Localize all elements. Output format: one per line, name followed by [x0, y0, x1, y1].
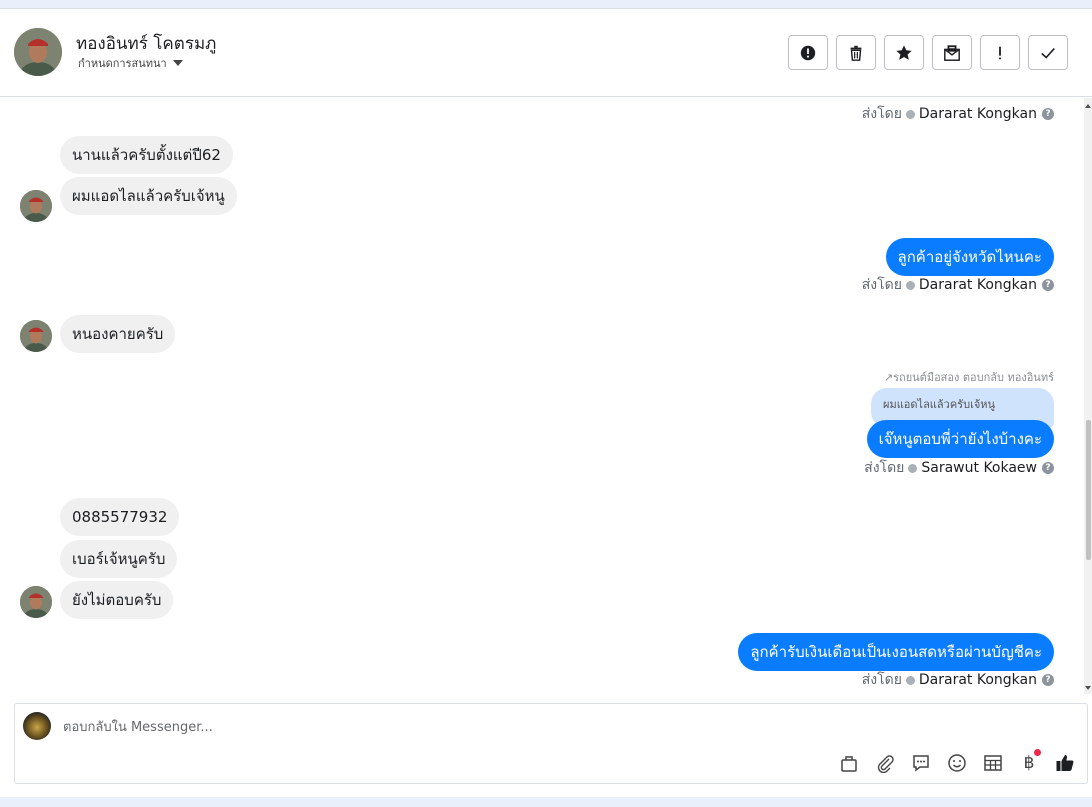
incoming-message[interactable]: นานแล้วครับตั้งแต่ปี62: [60, 136, 233, 174]
emoji-button[interactable]: [945, 751, 969, 775]
contact-avatar-small: [20, 190, 52, 222]
bag-button[interactable]: [837, 751, 861, 775]
contact-name: ทองอินทร์ โคตรมภู: [76, 34, 217, 54]
check-icon: [1041, 47, 1055, 59]
conversation-settings-label: กำหนดการสนทนา: [78, 57, 167, 70]
notification-dot: [1034, 749, 1041, 756]
reply-meta: ↗รถยนต์มือสอง ตอบกลับ ทองอินทร์: [884, 368, 1054, 386]
bag-icon: [841, 756, 857, 772]
page-avatar: [23, 712, 51, 740]
incoming-message[interactable]: หนองคายครับ: [60, 315, 176, 353]
message-list[interactable]: ส่งโดย Dararat Kongkan? นานแล้วครับตั้งแต…: [0, 98, 1084, 694]
sent-by-label: ส่งโดย: [861, 106, 902, 122]
scroll-up-arrow-icon[interactable]: [1085, 104, 1091, 108]
sent-by-label: ส่งโดย: [861, 277, 902, 293]
table-icon: [984, 755, 1002, 771]
verified-icon: [905, 280, 915, 290]
reply-meta-text: รถยนต์มือสอง ตอบกลับ ทองอินทร์: [893, 371, 1054, 384]
emoji-icon: [948, 754, 966, 772]
saved-replies-button[interactable]: [909, 751, 933, 775]
message-scrollbar[interactable]: [1084, 98, 1092, 694]
conversation-header: ทองอินทร์ โคตรมภู กำหนดการสนทนา: [0, 9, 1092, 97]
verified-icon: [905, 109, 915, 119]
contact-avatar-small: [20, 320, 52, 352]
incoming-message[interactable]: ผมแอดไลแล้วครับเจ้หนู: [60, 177, 237, 215]
alert-circle-icon: [800, 45, 816, 60]
header-actions: [788, 35, 1068, 70]
mark-done-button[interactable]: [1028, 35, 1068, 70]
reply-composer: ฿: [14, 703, 1088, 784]
sender-name: Dararat Kongkan: [918, 106, 1037, 122]
incoming-message[interactable]: 0885577932: [60, 498, 180, 536]
outgoing-message[interactable]: เจ๊หนูตอบพี่ว่ายังไงบ้างคะ: [866, 420, 1054, 458]
conversation-panel: ทองอินทร์ โคตรมภู กำหนดการสนทนา ส่งโดย D…: [0, 8, 1092, 797]
sender-name: Dararat Kongkan: [918, 672, 1037, 688]
sent-by-label: ส่งโดย: [861, 672, 902, 688]
help-icon[interactable]: ?: [1042, 108, 1054, 120]
exclamation-icon: [999, 46, 1001, 59]
report-button[interactable]: [788, 35, 828, 70]
trash-icon: [850, 45, 862, 61]
chat-bubble-icon: [913, 755, 929, 772]
attach-button[interactable]: [873, 751, 897, 775]
table-button[interactable]: [981, 751, 1005, 775]
verified-icon: [908, 463, 918, 473]
sender-name: Sarawut Kokaew: [921, 460, 1037, 476]
help-icon[interactable]: ?: [1042, 279, 1054, 291]
verified-icon: [905, 675, 915, 685]
reply-arrow-icon: ↗: [883, 371, 894, 384]
sent-by-line: ส่งโดย Dararat Kongkan?: [862, 274, 1054, 296]
conversation-settings[interactable]: กำหนดการสนทนา: [78, 54, 183, 72]
scroll-thumb[interactable]: [1086, 420, 1091, 560]
delete-button[interactable]: [836, 35, 876, 70]
outgoing-message[interactable]: ลูกค้าอยู่จังหวัดไหนคะ: [885, 238, 1054, 276]
mark-important-button[interactable]: [980, 35, 1020, 70]
caret-down-icon: [172, 60, 183, 66]
contact-avatar[interactable]: [14, 28, 62, 76]
reply-input[interactable]: [63, 713, 963, 741]
thumbs-up-icon: [1056, 755, 1074, 771]
incoming-message[interactable]: เบอร์เจ้หนูครับ: [60, 540, 178, 578]
outgoing-message[interactable]: ลูกค้ารับเงินเดือนเป็นเงอนสดหรือผ่านบัญช…: [738, 633, 1054, 671]
sent-by-label: ส่งโดย: [864, 460, 905, 476]
sent-by-line: ส่งโดย Dararat Kongkan?: [862, 103, 1054, 125]
help-icon[interactable]: ?: [1042, 462, 1054, 474]
incoming-message[interactable]: ยังไม่ตอบครับ: [60, 581, 174, 619]
star-icon: [896, 44, 912, 60]
paperclip-icon: [877, 755, 894, 773]
star-button[interactable]: [884, 35, 924, 70]
baht-icon: ฿: [1023, 753, 1035, 773]
sender-name: Dararat Kongkan: [918, 277, 1037, 293]
like-button[interactable]: [1053, 751, 1077, 775]
mark-unread-icon: [944, 44, 960, 61]
mark-unread-button[interactable]: [932, 35, 972, 70]
help-icon[interactable]: ?: [1042, 674, 1054, 686]
sent-by-line: ส่งโดย Dararat Kongkan?: [862, 669, 1054, 691]
scroll-down-arrow-icon[interactable]: [1085, 686, 1091, 690]
contact-avatar-small: [20, 586, 52, 618]
composer-tools: ฿: [837, 749, 1077, 775]
sent-by-line: ส่งโดย Sarawut Kokaew?: [864, 457, 1054, 479]
payment-button[interactable]: ฿: [1017, 749, 1041, 775]
